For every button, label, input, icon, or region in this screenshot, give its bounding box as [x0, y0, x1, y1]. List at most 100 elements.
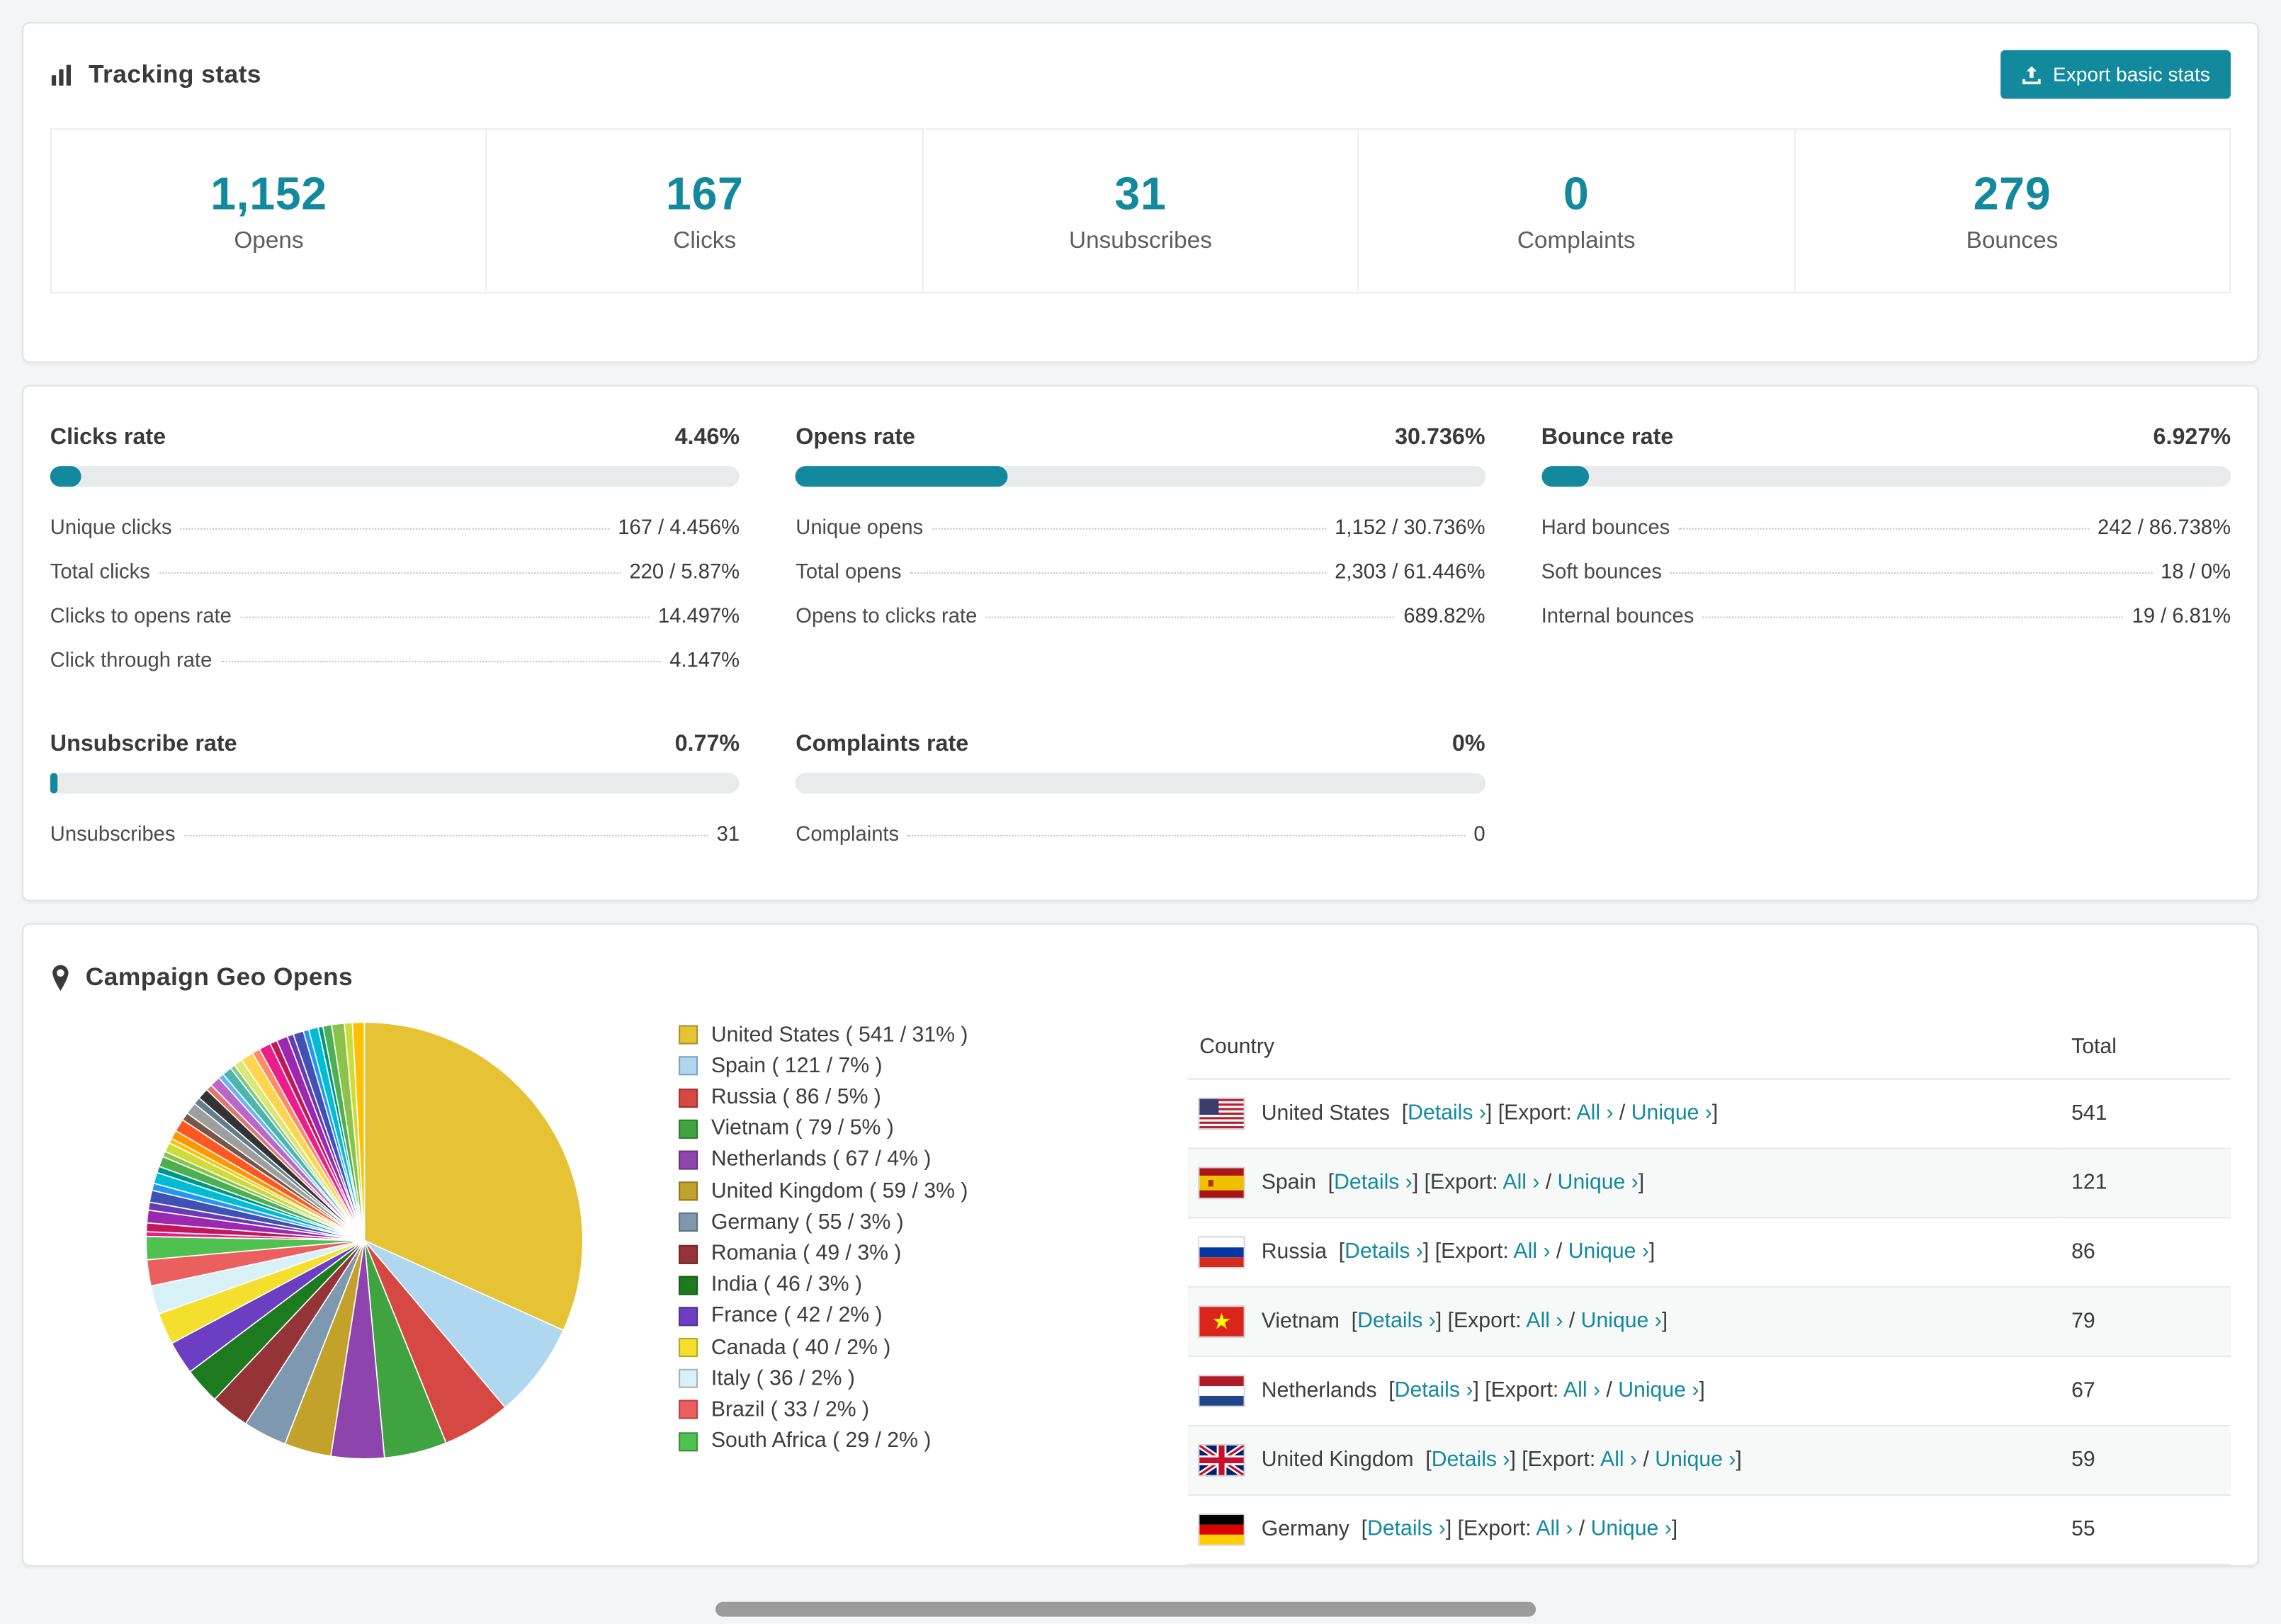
rates-card: Clicks rate 4.46% Unique clicks 167 / 4.… — [22, 385, 2259, 902]
export-all-link[interactable]: All › — [1576, 1102, 1613, 1125]
rate-detail-label: Soft bounces — [1541, 559, 1662, 583]
rate-detail-value: 1,152 / 30.736% — [1335, 515, 1485, 539]
rate-head: Clicks rate 4.46% — [50, 425, 740, 451]
rate-progress-bar — [50, 466, 740, 487]
rate-rows: Complaints 0 — [796, 812, 1485, 856]
stat-box: 167 Clicks — [486, 128, 924, 294]
details-link[interactable]: Details › — [1408, 1102, 1486, 1125]
punctuation: ] — [1661, 1310, 1668, 1334]
details-link[interactable]: Details › — [1345, 1240, 1423, 1264]
geo-table-row: Russia [Details ›] [Export: All › / Uniq… — [1187, 1217, 2231, 1288]
rate-rows: Unsubscribes 31 — [50, 812, 740, 856]
stat-label: Unsubscribes — [1069, 229, 1212, 254]
rate-detail-value: 0 — [1473, 822, 1485, 846]
punctuation: ] [Export: — [1422, 1240, 1514, 1264]
geo-table: Country Total United States [Details ›] … — [1187, 1016, 2231, 1565]
total-cell: 79 — [2059, 1287, 2231, 1358]
punctuation: [ — [1355, 1517, 1368, 1542]
rate-progress-bar — [50, 773, 740, 794]
legend-item: United States ( 541 / 31% ) — [679, 1019, 1188, 1050]
legend-item: United Kingdom ( 59 / 3% ) — [679, 1176, 1188, 1207]
rate-detail-label: Unique clicks — [50, 515, 172, 539]
punctuation: ] [Export: — [1445, 1517, 1536, 1542]
punctuation: ] — [1711, 1101, 1719, 1125]
details-link[interactable]: Details › — [1357, 1310, 1436, 1333]
geo-table-row: Vietnam [Details ›] [Export: All › / Uni… — [1187, 1287, 2231, 1358]
export-all-link[interactable]: All › — [1502, 1171, 1539, 1195]
total-cell: 86 — [2059, 1217, 2231, 1288]
country-name: Spain — [1261, 1171, 1316, 1195]
legend-color-swatch — [679, 1056, 698, 1077]
details-link[interactable]: Details › — [1367, 1518, 1446, 1541]
export-unique-link[interactable]: Unique › — [1655, 1448, 1736, 1472]
rate-detail-row: Click through rate 4.147% — [50, 637, 740, 681]
stat-box: 1,152 Opens — [50, 128, 488, 294]
legend-item: India ( 46 / 3% ) — [679, 1269, 1188, 1300]
export-unique-link[interactable]: Unique › — [1591, 1518, 1672, 1541]
punctuation: ] — [1638, 1171, 1645, 1195]
geo-title: Campaign Geo Opens — [85, 963, 353, 992]
legend-label: United States ( 541 / 31% ) — [711, 1023, 968, 1047]
country-flag-icon — [1199, 1515, 1244, 1545]
punctuation: / — [1613, 1101, 1631, 1125]
export-all-link[interactable]: All › — [1563, 1379, 1600, 1402]
export-basic-stats-button[interactable]: Export basic stats — [2001, 50, 2231, 99]
country-flag-icon — [1199, 1307, 1244, 1337]
punctuation: ] [Export: — [1412, 1171, 1503, 1195]
rate-detail-value: 18 / 0% — [2161, 559, 2231, 583]
legend-color-swatch — [679, 1369, 698, 1389]
country-cell: Netherlands [Details ›] [Export: All › /… — [1187, 1356, 2060, 1427]
punctuation: / — [1600, 1379, 1619, 1403]
export-unique-link[interactable]: Unique › — [1631, 1102, 1712, 1125]
legend-item: Germany ( 55 / 3% ) — [679, 1207, 1188, 1238]
legend-color-swatch — [679, 1213, 698, 1232]
legend-item: Vietnam ( 79 / 5% ) — [679, 1113, 1188, 1145]
campaign-geo-opens-card: Campaign Geo Opens United States ( 541 /… — [22, 923, 2259, 1567]
legend-color-swatch — [679, 1150, 698, 1170]
export-unique-link[interactable]: Unique › — [1581, 1310, 1662, 1333]
details-link[interactable]: Details › — [1395, 1379, 1473, 1402]
rate-detail-value: 220 / 5.87% — [629, 559, 740, 583]
dotted-leader — [240, 616, 650, 618]
geo-table-row: Netherlands [Details ›] [Export: All › /… — [1187, 1356, 2231, 1427]
rate-title: Complaints rate — [796, 732, 969, 757]
rate-detail-row: Unsubscribes 31 — [50, 812, 740, 856]
legend-color-swatch — [679, 1244, 698, 1264]
export-all-link[interactable]: All › — [1600, 1448, 1637, 1472]
export-unique-link[interactable]: Unique › — [1558, 1171, 1638, 1195]
rate-progress-fill — [50, 466, 81, 487]
details-link[interactable]: Details › — [1432, 1448, 1510, 1472]
country-flag-icon — [1199, 1098, 1244, 1129]
export-unique-link[interactable]: Unique › — [1568, 1240, 1649, 1264]
total-cell: 55 — [2059, 1495, 2231, 1565]
bar-chart-icon — [50, 63, 74, 86]
country-name: United Kingdom — [1261, 1448, 1414, 1472]
rate-detail-value: 14.497% — [657, 603, 740, 628]
export-unique-link[interactable]: Unique › — [1618, 1379, 1699, 1402]
horizontal-scrollbar-thumb[interactable] — [715, 1601, 1536, 1617]
rate-head: Bounce rate 6.927% — [1541, 425, 2231, 451]
rate-detail-value: 167 / 4.456% — [618, 515, 740, 539]
export-all-link[interactable]: All › — [1526, 1310, 1563, 1333]
rate-detail-row: Hard bounces 242 / 86.738% — [1541, 504, 2231, 548]
punctuation: ] — [1671, 1517, 1678, 1542]
legend-item: Spain ( 121 / 7% ) — [679, 1050, 1188, 1081]
rate-progress-bar — [796, 466, 1485, 487]
rate-detail-label: Hard bounces — [1541, 515, 1670, 539]
rate-detail-label: Complaints — [796, 822, 900, 846]
details-link[interactable]: Details › — [1334, 1171, 1413, 1195]
rate-head: Unsubscribe rate 0.77% — [50, 732, 740, 758]
export-all-link[interactable]: All › — [1536, 1518, 1573, 1541]
export-all-link[interactable]: All › — [1513, 1240, 1550, 1264]
country-cell: Russia [Details ›] [Export: All › / Uniq… — [1187, 1217, 2060, 1288]
punctuation: [ — [1419, 1448, 1432, 1472]
geo-body: United States ( 541 / 31% ) Spain ( 121 … — [50, 1013, 2231, 1565]
rate-detail-row: Clicks to opens rate 14.497% — [50, 593, 740, 637]
dotted-leader — [1702, 616, 2124, 618]
rate-detail-value: 242 / 86.738% — [2097, 515, 2231, 539]
punctuation: / — [1637, 1448, 1655, 1472]
legend-label: Brazil ( 33 / 2% ) — [711, 1398, 870, 1422]
dotted-leader — [910, 572, 1326, 574]
rate-value: 6.927% — [2153, 425, 2231, 450]
rate-detail-label: Unsubscribes — [50, 822, 176, 846]
